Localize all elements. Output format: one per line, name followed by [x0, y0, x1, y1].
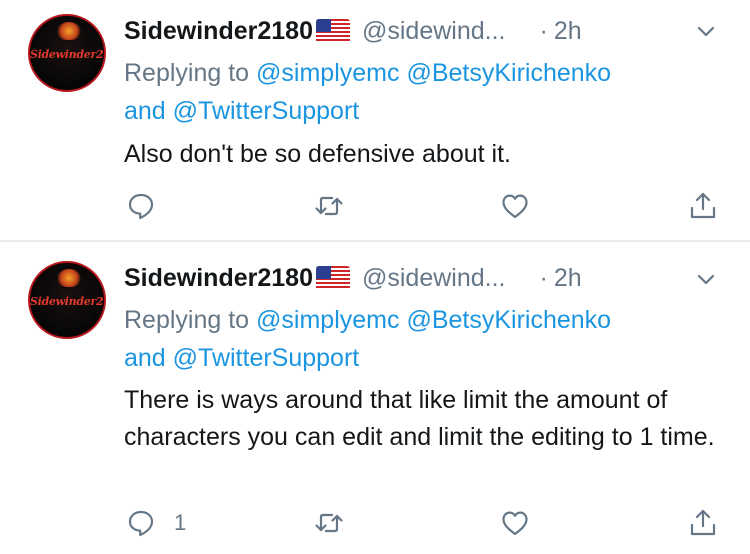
chevron-down-icon[interactable]: [696, 270, 716, 290]
tweet-actions: 1: [0, 505, 750, 541]
handle[interactable]: @sidewind...: [362, 264, 506, 293]
retweet-button[interactable]: [314, 505, 344, 541]
reply-button[interactable]: 1: [126, 505, 186, 541]
reply-icon: [128, 510, 154, 537]
heart-icon: [502, 511, 528, 536]
replying-joiner: and: [124, 344, 166, 372]
replying-to: Replying to @simplyemc @BetsyKirichenko: [124, 301, 611, 339]
reply-count: 1: [174, 510, 187, 535]
mention-link[interactable]: @TwitterSupport: [173, 344, 360, 372]
tweet[interactable]: Sidewinder2180 Sidewinder2180 @sidewind.…: [0, 0, 750, 554]
share-icon: [690, 509, 716, 536]
separator: ·: [539, 263, 548, 292]
share-button[interactable]: [688, 505, 718, 541]
avatar[interactable]: Sidewinder2180: [28, 261, 106, 339]
avatar-glow: [57, 269, 81, 287]
timestamp[interactable]: 2h: [554, 264, 582, 293]
avatar-logo-text: Sidewinder2180: [30, 295, 104, 308]
retweet-icon: [315, 513, 343, 533]
tweet-header: Sidewinder2180 @sidewind... · 2h: [124, 261, 582, 295]
mention-link[interactable]: @BetsyKirichenko: [406, 306, 611, 334]
replying-prefix: Replying to: [124, 306, 250, 334]
replying-to-continued: and @TwitterSupport: [124, 339, 359, 377]
mention-link[interactable]: @simplyemc: [256, 306, 399, 334]
tweet-text: There is ways around that like limit the…: [124, 386, 715, 451]
us-flag-icon: [315, 266, 350, 290]
display-name[interactable]: Sidewinder2180: [124, 264, 313, 293]
like-button[interactable]: [500, 505, 530, 541]
